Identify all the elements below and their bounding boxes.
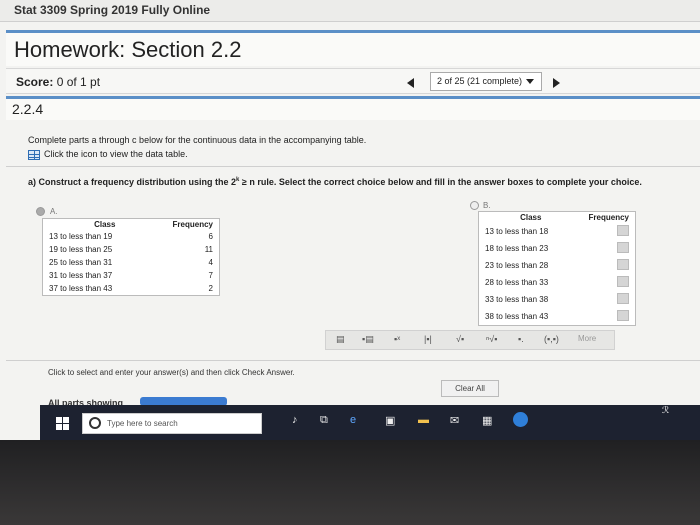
frequency-cell[interactable]: 4 (167, 256, 220, 269)
score: Score: 0 of 1 pt (16, 75, 100, 89)
table-row: 31 to less than 37 7 (43, 269, 220, 282)
frequency-input[interactable] (617, 293, 629, 304)
data-table-link[interactable]: Click the icon to view the data table. (28, 149, 188, 160)
homework-header: Homework: Section 2.2 (6, 30, 700, 66)
frequency-input[interactable] (617, 259, 629, 270)
score-row: Score: 0 of 1 pt 2 of 25 (21 complete) (6, 68, 700, 94)
question-position: 2 of 25 (21 complete) (437, 76, 523, 86)
class-cell: 18 to less than 23 (485, 244, 549, 253)
class-cell: 19 to less than 25 (49, 245, 113, 254)
table-row: 25 to less than 31 4 (43, 256, 220, 269)
previous-question-icon[interactable] (407, 78, 414, 88)
homework-title: Homework: Section 2.2 (14, 37, 242, 62)
part-a-prompt: a) Construct a frequency distribution us… (28, 177, 642, 187)
option-a-label: A. (50, 207, 58, 216)
class-cell: 13 to less than 19 (49, 232, 113, 241)
option-a-table: Class Frequency 13 to less than 19 6 19 … (42, 218, 220, 296)
score-label: Score: (16, 75, 54, 89)
frequency-input[interactable] (617, 310, 629, 321)
table-row: 13 to less than 19 6 (43, 230, 220, 243)
answer-instructions: Click to select and enter your answer(s)… (48, 368, 295, 377)
app-icon[interactable]: ▦ (482, 414, 492, 427)
class-cell: 13 to less than 18 (485, 227, 549, 236)
course-bar: Stat 3309 Spring 2019 Fully Online (0, 0, 700, 22)
store-icon[interactable]: ▣ (385, 414, 395, 427)
frequency-cell[interactable]: 7 (167, 269, 220, 282)
mixed-number-icon[interactable]: ▪▤ (362, 334, 374, 345)
divider (6, 360, 700, 361)
class-cell: 28 to less than 33 (485, 278, 549, 287)
class-cell: 38 to less than 43 (485, 312, 549, 321)
frequency-cell[interactable]: 11 (167, 243, 220, 256)
table-row: 38 to less than 43 (479, 308, 636, 326)
table-row: 19 to less than 25 11 (43, 243, 220, 256)
microphone-icon[interactable]: ♪ (292, 414, 298, 426)
math-toolbar: ▤ ▪▤ ▪ˣ |▪| √▪ ⁿ√▪ ▪. (▪,▪) More (325, 330, 615, 350)
people-icon[interactable]: ℛ (662, 405, 669, 416)
table-row: 18 to less than 23 (479, 240, 636, 257)
browser-screen: Stat 3309 Spring 2019 Fully Online Homew… (0, 0, 700, 440)
windows-start-icon[interactable] (56, 417, 69, 430)
table-row: 33 to less than 38 (479, 291, 636, 308)
exponent-icon[interactable]: ▪ˣ (394, 334, 400, 344)
taskbar-search-input[interactable]: Type here to search (82, 413, 262, 434)
option-a-class-header: Class (94, 220, 116, 229)
taskbar: Type here to search ♪ ⧉ e ▣ ▬ ✉ ▦ ℛ (40, 405, 700, 440)
search-placeholder: Type here to search (107, 419, 178, 428)
frequency-input[interactable] (617, 225, 629, 236)
question-number: 2.2.4 (12, 101, 44, 117)
next-question-icon[interactable] (553, 78, 560, 88)
question-selector[interactable]: 2 of 25 (21 complete) (430, 72, 542, 91)
question-instructions: Complete parts a through c below for the… (28, 135, 367, 145)
absolute-value-icon[interactable]: |▪| (424, 334, 432, 344)
option-b-label: B. (483, 201, 491, 210)
score-value: 0 of 1 pt (56, 75, 101, 89)
chrome-icon[interactable] (513, 412, 528, 427)
table-row: 37 to less than 43 2 (43, 282, 220, 296)
question-number-row: 2.2.4 (6, 96, 700, 120)
interval-icon[interactable]: (▪,▪) (544, 334, 559, 344)
frequency-input[interactable] (617, 242, 629, 253)
edge-browser-icon[interactable]: e (350, 414, 356, 426)
class-cell: 23 to less than 28 (485, 261, 549, 270)
table-row: 13 to less than 18 (479, 223, 636, 240)
class-cell: 33 to less than 38 (485, 295, 549, 304)
decimal-icon[interactable]: ▪. (518, 334, 524, 344)
clear-all-button[interactable]: Clear All (441, 380, 499, 397)
cortana-icon (89, 417, 101, 429)
option-b-frequency-header: Frequency (588, 213, 629, 222)
part-a-prefix: a) Construct a frequency distribution us… (28, 177, 237, 187)
fraction-icon[interactable]: ▤ (336, 334, 345, 345)
frequency-input[interactable] (617, 276, 629, 287)
nth-root-icon[interactable]: ⁿ√▪ (486, 334, 497, 344)
more-button[interactable]: More (578, 334, 596, 343)
sqrt-icon[interactable]: √▪ (456, 334, 464, 344)
class-cell: 37 to less than 43 (49, 284, 113, 293)
mail-icon[interactable]: ✉ (450, 414, 459, 427)
file-explorer-icon[interactable]: ▬ (418, 414, 429, 426)
class-cell: 31 to less than 37 (49, 271, 113, 280)
frequency-cell[interactable]: 6 (167, 230, 220, 243)
frequency-cell[interactable]: 2 (167, 282, 220, 296)
option-a-frequency-header: Frequency (172, 220, 213, 229)
option-b-class-header: Class (520, 213, 542, 222)
class-cell: 25 to less than 31 (49, 258, 113, 267)
option-a-radio[interactable] (36, 207, 45, 216)
course-title: Stat 3309 Spring 2019 Fully Online (14, 3, 211, 17)
divider (6, 166, 700, 167)
table-row: 28 to less than 33 (479, 274, 636, 291)
chevron-down-icon (526, 79, 535, 85)
desk-background (0, 440, 700, 525)
data-table-icon[interactable] (28, 149, 40, 160)
option-b-table: Class Frequency 13 to less than 18 18 to… (478, 211, 636, 326)
option-b-radio[interactable] (470, 201, 479, 210)
data-table-link-text: Click the icon to view the data table. (44, 149, 188, 159)
table-row: 23 to less than 28 (479, 257, 636, 274)
task-view-icon[interactable]: ⧉ (320, 414, 328, 427)
part-a-suffix: ≥ n rule. Select the correct choice belo… (239, 177, 642, 187)
